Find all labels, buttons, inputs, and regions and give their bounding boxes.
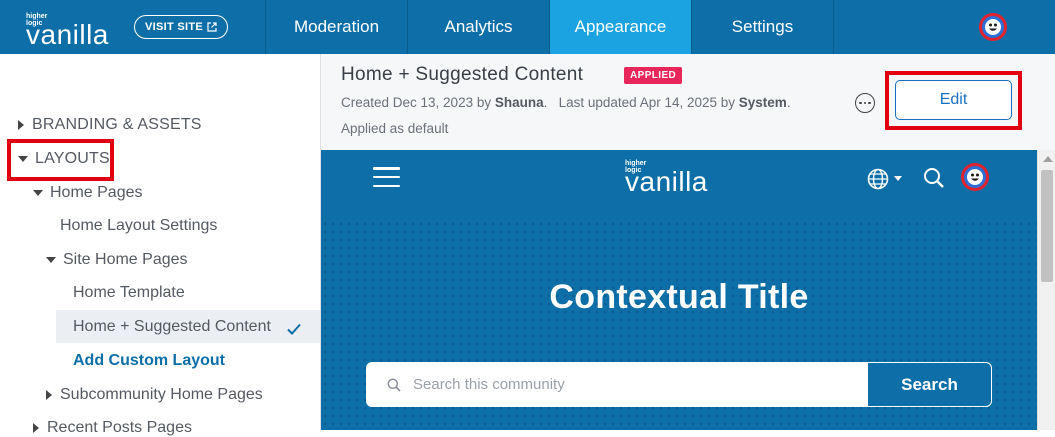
logo-word: vanilla	[26, 19, 109, 50]
topbar-right	[834, 0, 1055, 54]
visit-site-button[interactable]: VISIT SITE	[134, 15, 228, 39]
sidebar-item-home-template[interactable]: Home Template	[73, 284, 185, 302]
caret-down-icon	[46, 257, 56, 263]
external-link-icon	[207, 22, 217, 32]
search-icon	[387, 378, 401, 392]
scroll-up-arrow-icon[interactable]	[1043, 156, 1053, 162]
layout-preview: higher logic vanilla Contextual Title Se…	[321, 150, 1037, 430]
scrollbar-thumb[interactable]	[1041, 170, 1053, 282]
updated-by: System	[738, 95, 787, 110]
layouts-sidebar: BRANDING & ASSETS LAYOUTS Home Pages Hom…	[0, 54, 320, 436]
sidebar-item-label: Home Template	[73, 284, 185, 301]
tab-label: Appearance	[574, 17, 667, 36]
visit-site-label: VISIT SITE	[144, 21, 203, 33]
caret-right-icon	[33, 423, 39, 433]
updated-prefix: . Last updated Apr 14, 2025 by	[543, 95, 739, 110]
ellipsis-dot	[863, 101, 867, 105]
add-custom-layout-link[interactable]: Add Custom Layout	[73, 352, 225, 370]
logo-word: vanilla	[625, 166, 708, 197]
tab-appearance[interactable]: Appearance	[550, 0, 692, 54]
hero-title: Contextual Title	[549, 278, 809, 316]
checkmark-icon	[287, 323, 301, 335]
search-button-label: Search	[901, 374, 958, 394]
highlight-box-edit	[885, 71, 1022, 130]
status-badge: APPLIED	[624, 67, 683, 84]
sidebar-item-branding[interactable]: BRANDING & ASSETS	[18, 116, 202, 134]
sidebar-item-label: Home Pages	[50, 184, 143, 201]
ellipsis-icon	[859, 101, 862, 105]
user-avatar[interactable]	[979, 13, 1007, 41]
admin-top-bar: higher logic vanilla VISIT SITE Moderati…	[0, 0, 1055, 54]
tab-label: Moderation	[293, 17, 380, 36]
globe-icon[interactable]	[867, 168, 889, 190]
sidebar-item-home-suggested[interactable]: Home + Suggested Content	[73, 318, 271, 336]
updated-suffix: .	[786, 95, 791, 110]
caret-down-icon	[33, 190, 43, 196]
sidebar-item-subcommunity-home-pages[interactable]: Subcommunity Home Pages	[46, 386, 263, 404]
tab-analytics[interactable]: Analytics	[408, 0, 550, 54]
tab-label: Analytics	[444, 17, 513, 36]
applied-default-text: Applied as default	[341, 121, 449, 136]
vanilla-logo[interactable]: higher logic vanilla	[26, 7, 116, 50]
more-options-button[interactable]	[855, 93, 875, 113]
sidebar-item-label: Home Layout Settings	[60, 217, 218, 234]
search-input[interactable]: Search this community	[367, 363, 867, 406]
created-prefix: Created Dec 13, 2023 by	[341, 95, 495, 110]
preview-user-avatar[interactable]	[961, 163, 989, 191]
sidebar-item-home-layout-settings[interactable]: Home Layout Settings	[60, 217, 217, 235]
community-search-bar: Search this community Search	[366, 362, 992, 407]
search-placeholder: Search this community	[413, 376, 565, 393]
layout-meta: Created Dec 13, 2023 by Shauna. Last upd…	[341, 95, 791, 110]
sidebar-item-label: Site Home Pages	[63, 251, 188, 268]
layout-header: Home + Suggested Content APPLIED Created…	[321, 54, 1055, 150]
sidebar-item-label: Home + Suggested Content	[73, 318, 271, 335]
preview-vanilla-logo[interactable]: higher logic vanilla	[625, 156, 725, 200]
tab-label: Settings	[731, 17, 794, 36]
layout-detail-panel: Home + Suggested Content APPLIED Created…	[320, 54, 1055, 430]
ellipsis-dot	[868, 101, 871, 105]
hamburger-menu-icon[interactable]	[373, 167, 400, 187]
brand-area: higher logic vanilla VISIT SITE	[0, 0, 266, 54]
sidebar-item-label: BRANDING & ASSETS	[32, 116, 202, 133]
sidebar-item-label: Add Custom Layout	[73, 352, 225, 369]
sidebar-item-home-pages[interactable]: Home Pages	[33, 184, 143, 202]
smiley-face-icon	[985, 19, 1001, 35]
sidebar-item-label: Recent Posts Pages	[47, 419, 192, 436]
highlight-box-layouts	[7, 139, 114, 181]
preview-scrollbar[interactable]	[1037, 150, 1055, 430]
tab-moderation[interactable]: Moderation	[266, 0, 408, 54]
sidebar-item-site-home-pages[interactable]: Site Home Pages	[46, 251, 188, 269]
search-button[interactable]: Search	[867, 363, 991, 406]
chevron-down-icon	[894, 176, 902, 181]
page-title: Home + Suggested Content	[341, 64, 584, 85]
sidebar-item-label: Subcommunity Home Pages	[60, 386, 263, 403]
tab-settings[interactable]: Settings	[692, 0, 834, 54]
created-by: Shauna	[494, 95, 544, 110]
smiley-face-icon	[967, 169, 983, 185]
caret-right-icon	[18, 120, 24, 130]
sidebar-item-recent-posts-pages[interactable]: Recent Posts Pages	[33, 419, 192, 437]
caret-right-icon	[46, 390, 52, 400]
search-icon[interactable]	[923, 167, 945, 189]
